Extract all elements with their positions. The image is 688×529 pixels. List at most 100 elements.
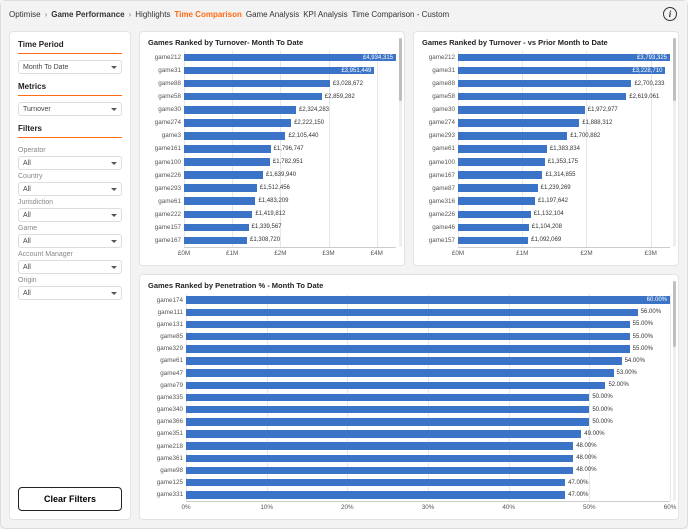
bar-row: 47.00% xyxy=(186,491,670,499)
bar[interactable] xyxy=(184,171,263,179)
metrics-dropdown[interactable]: Turnover xyxy=(18,102,122,116)
bar[interactable] xyxy=(186,382,605,390)
category-label: game100 xyxy=(422,159,455,166)
breadcrumb-bar: Optimise › Game Performance › Highlights… xyxy=(1,1,687,27)
bar[interactable] xyxy=(186,430,581,438)
bar[interactable] xyxy=(186,333,630,341)
bar[interactable] xyxy=(458,171,542,179)
scrollbar[interactable] xyxy=(673,281,676,501)
category-label: game98 xyxy=(148,467,183,474)
category-label: game316 xyxy=(422,198,455,205)
info-icon[interactable]: i xyxy=(663,7,677,21)
category-label: game226 xyxy=(148,172,181,179)
bar[interactable] xyxy=(458,184,538,192)
bar[interactable] xyxy=(186,321,630,329)
bar-row: £1,700,882 xyxy=(458,132,670,140)
bar-row: £3,951,449 xyxy=(184,67,396,75)
bar[interactable]: £3,951,449 xyxy=(184,67,374,75)
bar[interactable] xyxy=(186,369,614,377)
filter-dropdown-country[interactable]: All xyxy=(18,182,122,196)
bar[interactable] xyxy=(186,467,573,475)
metrics-value: Turnover xyxy=(23,106,51,113)
bar[interactable] xyxy=(184,132,285,140)
bar-value-label: £2,700,233 xyxy=(634,81,664,87)
bar[interactable] xyxy=(184,197,255,205)
category-label: game61 xyxy=(148,198,181,205)
bar[interactable] xyxy=(184,145,271,153)
crumb-game-performance[interactable]: Game Performance xyxy=(51,10,124,19)
tab-kpi-analysis[interactable]: KPI Analysis xyxy=(303,10,347,19)
bar-row: £1,239,269 xyxy=(458,184,670,192)
bar-row: £2,700,233 xyxy=(458,80,670,88)
bar[interactable] xyxy=(458,237,528,245)
bar[interactable]: £3,793,325 xyxy=(458,54,670,62)
bar[interactable] xyxy=(184,119,291,127)
bar[interactable] xyxy=(186,455,573,463)
panel-title: Games Ranked by Turnover - vs Prior Mont… xyxy=(422,38,670,47)
tab-game-analysis[interactable]: Game Analysis xyxy=(246,10,299,19)
bar[interactable] xyxy=(186,406,589,414)
bar[interactable]: £3,228,710 xyxy=(458,67,665,75)
bar[interactable] xyxy=(458,132,567,140)
filter-dropdown-game[interactable]: All xyxy=(18,234,122,248)
bar[interactable] xyxy=(458,197,535,205)
bar[interactable] xyxy=(184,158,270,166)
bar-value-label: £1,314,855 xyxy=(545,172,575,178)
filter-dropdown-jurisdiction[interactable]: All xyxy=(18,208,122,222)
bar-row: £1,197,642 xyxy=(458,197,670,205)
x-tick: £1M xyxy=(226,250,238,257)
bars: £3,793,325£3,228,710£2,700,233£2,619,061… xyxy=(458,51,670,247)
scrollbar[interactable] xyxy=(399,38,402,247)
category-label: game100 xyxy=(148,159,181,166)
bar[interactable]: £4,934,315 xyxy=(184,54,396,62)
bar[interactable] xyxy=(186,394,589,402)
tab-time-comparison-custom[interactable]: Time Comparison - Custom xyxy=(352,10,450,19)
bar[interactable] xyxy=(184,93,322,101)
bar-value-label: £3,028,672 xyxy=(333,81,363,87)
clear-filters-button[interactable]: Clear Filters xyxy=(18,487,122,511)
tab-highlights[interactable]: Highlights xyxy=(135,10,170,19)
bar[interactable]: 60.00% xyxy=(186,296,670,304)
bar[interactable] xyxy=(458,211,531,219)
bar-value-label: 53.00% xyxy=(617,370,637,376)
tab-time-comparison[interactable]: Time Comparison xyxy=(174,10,241,19)
category-label: game88 xyxy=(148,80,181,87)
y-axis-labels: game212game31game88game58game30game274ga… xyxy=(422,51,458,247)
category-label: game167 xyxy=(422,172,455,179)
filter-dropdown-origin[interactable]: All xyxy=(18,286,122,300)
bar[interactable] xyxy=(186,418,589,426)
x-tick: £3M xyxy=(645,250,657,257)
bar[interactable] xyxy=(184,237,247,245)
time-period-dropdown[interactable]: Month To Date xyxy=(18,60,122,74)
bar[interactable] xyxy=(458,119,579,127)
bar[interactable] xyxy=(186,442,573,450)
bar[interactable] xyxy=(184,184,257,192)
bar[interactable] xyxy=(184,80,330,88)
bar[interactable] xyxy=(184,106,296,114)
bar[interactable] xyxy=(458,145,547,153)
bar-value-label: £2,105,440 xyxy=(288,133,318,139)
crumb-optimise[interactable]: Optimise xyxy=(9,10,41,19)
bar-value-label: 50.00% xyxy=(592,394,612,400)
bar-row: £2,859,282 xyxy=(184,93,396,101)
y-axis-labels: game212game31game88game58game30game274ga… xyxy=(148,51,184,247)
bar[interactable] xyxy=(458,224,529,232)
bar[interactable] xyxy=(186,357,622,365)
bar[interactable] xyxy=(458,158,545,166)
bar[interactable] xyxy=(186,479,565,487)
bar[interactable] xyxy=(186,309,638,317)
filter-dropdown-account-manager[interactable]: All xyxy=(18,260,122,274)
bar[interactable] xyxy=(458,80,631,88)
bar[interactable] xyxy=(458,106,585,114)
bar-row: £1,353,175 xyxy=(458,158,670,166)
bar-row: 50.00% xyxy=(186,393,670,401)
bar-row: 56.00% xyxy=(186,308,670,316)
bar[interactable] xyxy=(458,93,626,101)
bar[interactable] xyxy=(186,491,565,499)
bar[interactable] xyxy=(184,211,252,219)
filter-dropdown-operator[interactable]: All xyxy=(18,156,122,170)
bar[interactable] xyxy=(186,345,630,353)
scrollbar[interactable] xyxy=(673,38,676,247)
bar[interactable] xyxy=(184,224,249,232)
bar-row: 53.00% xyxy=(186,369,670,377)
